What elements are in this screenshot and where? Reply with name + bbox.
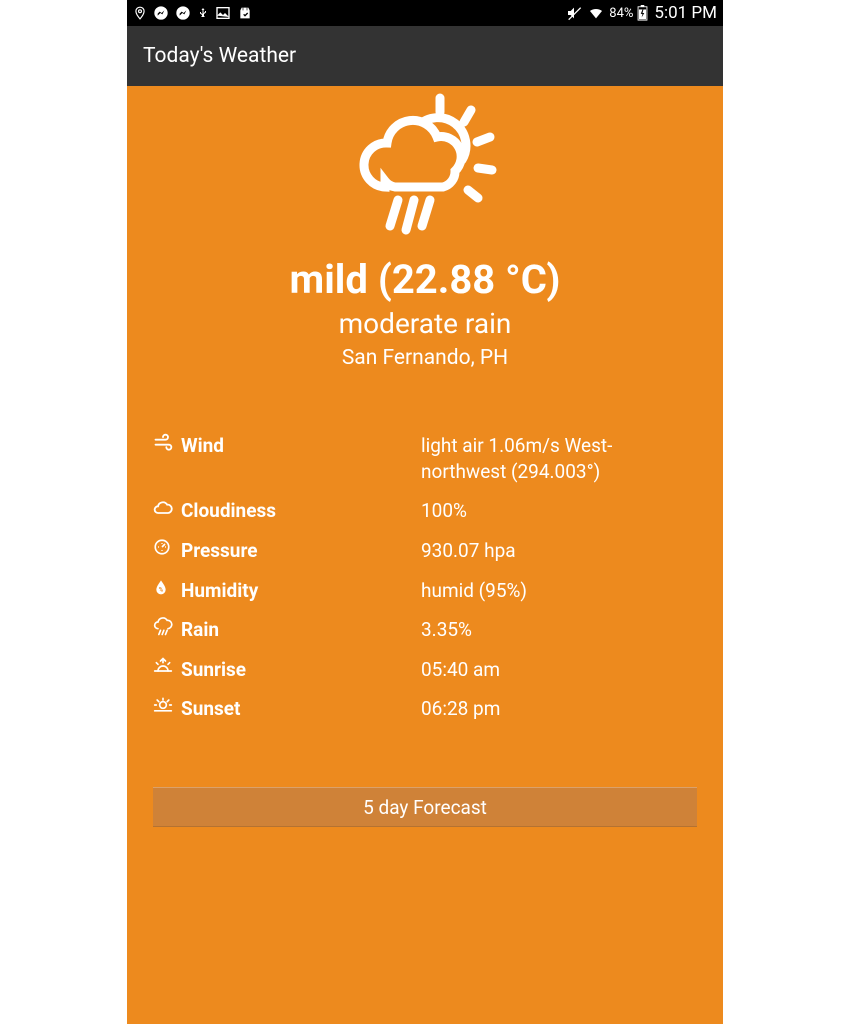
usb-icon (197, 5, 209, 21)
detail-label: Pressure (181, 538, 421, 564)
cloud-icon (153, 498, 181, 518)
location-line: San Fernando, PH (342, 346, 508, 370)
detail-value: 3.35% (421, 617, 697, 643)
rain-icon (153, 617, 181, 637)
wind-icon (153, 433, 181, 453)
detail-label: Humidity (181, 578, 421, 604)
detail-value: 05:40 am (421, 657, 697, 683)
battery-percent: 84% (609, 6, 633, 21)
details-list: Wind light air 1.06m/s West-northwest (2… (127, 426, 723, 729)
detail-value: 930.07 hpa (421, 538, 697, 564)
page-title: Today's Weather (143, 44, 296, 68)
store-icon (237, 5, 253, 21)
detail-row-pressure: Pressure 930.07 hpa (153, 531, 697, 571)
wifi-icon (587, 5, 605, 21)
status-left (133, 5, 253, 21)
main-content: mild (22.88 °C) moderate rain San Fernan… (127, 86, 723, 1024)
detail-row-sunset: Sunset 06:28 pm (153, 689, 697, 729)
humidity-icon: % (153, 578, 181, 596)
svg-text:%: % (159, 586, 164, 593)
detail-value: 100% (421, 498, 697, 524)
messenger-icon-2 (175, 5, 191, 21)
detail-label: Wind (181, 433, 421, 459)
forecast-button-label: 5 day Forecast (363, 796, 487, 819)
sunset-icon (153, 696, 181, 714)
mute-icon (565, 5, 583, 21)
messenger-icon (153, 5, 169, 21)
app-bar: Today's Weather (127, 26, 723, 86)
detail-row-sunrise: Sunrise 05:40 am (153, 650, 697, 690)
detail-label: Sunrise (181, 657, 421, 683)
detail-row-wind: Wind light air 1.06m/s West-northwest (2… (153, 426, 697, 491)
condition-line: moderate rain (339, 307, 512, 340)
sunrise-icon (153, 657, 181, 675)
battery-icon (637, 5, 648, 21)
weather-rain-sun-icon (340, 92, 510, 246)
detail-label: Cloudiness (181, 498, 421, 524)
detail-value: humid (95%) (421, 578, 697, 604)
image-icon (215, 5, 231, 21)
forecast-button[interactable]: 5 day Forecast (153, 787, 697, 827)
detail-row-cloudiness: Cloudiness 100% (153, 491, 697, 531)
status-clock: 5:01 PM (654, 3, 717, 23)
detail-label: Sunset (181, 696, 421, 722)
detail-row-humidity: % Humidity humid (95%) (153, 571, 697, 611)
status-bar: 84% 5:01 PM (127, 0, 723, 26)
detail-value: light air 1.06m/s West-northwest (294.00… (421, 433, 697, 484)
detail-row-rain: Rain 3.35% (153, 610, 697, 650)
temperature-line: mild (22.88 °C) (290, 256, 561, 303)
pressure-icon (153, 538, 181, 556)
location-pin-icon (133, 5, 147, 21)
status-right: 84% 5:01 PM (565, 3, 717, 23)
phone-frame: 84% 5:01 PM Today's Weather (127, 0, 723, 1024)
detail-value: 06:28 pm (421, 696, 697, 722)
detail-label: Rain (181, 617, 421, 643)
